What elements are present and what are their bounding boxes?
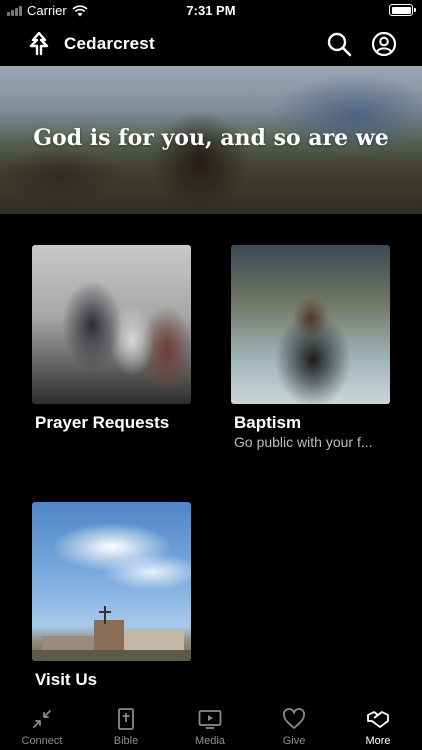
status-time: 7:31 PM [186,3,236,18]
cedar-logo-icon[interactable] [28,32,50,56]
card-title: Prayer Requests [35,413,170,432]
profile-icon[interactable] [371,31,397,57]
card-title: Visit Us [35,670,98,689]
baptism-image [231,245,390,404]
search-icon[interactable] [326,31,352,57]
bible-icon [118,708,134,730]
card-visit-us[interactable]: Visit Us [32,502,191,689]
church-image [32,502,191,661]
brand-name: Cedarcrest [64,34,155,53]
tab-bar: Connect Bible Media Give More [0,700,422,750]
tab-label: Give [282,735,306,747]
hero-banner[interactable]: God is for you, and so are we [0,66,422,214]
media-play-icon [198,710,222,729]
tab-bible[interactable]: Bible [84,700,168,750]
card-title: Baptism [234,413,302,432]
tab-label: Bible [113,735,139,747]
battery-icon [389,4,416,16]
tab-give[interactable]: Give [252,700,336,750]
connect-icon [33,710,51,728]
hero-title: God is for you, and so are we [33,125,389,151]
tab-label: Connect [21,735,63,747]
card-prayer-requests[interactable]: Prayer Requests [32,245,191,432]
status-bar: Carrier 7:31 PM [0,0,422,22]
prayer-image [32,245,191,404]
tab-media[interactable]: Media [168,700,252,750]
tab-label: More [365,735,391,747]
more-handshake-icon [367,711,389,728]
heart-icon [283,708,305,729]
nav-bar: Cedarcrest [0,22,422,66]
card-baptism[interactable]: Baptism Go public with your f... [231,245,390,450]
tab-more[interactable]: More [336,700,420,750]
card-subtitle: Go public with your f... [234,434,373,450]
tab-connect[interactable]: Connect [0,700,84,750]
tab-label: Media [195,735,225,747]
